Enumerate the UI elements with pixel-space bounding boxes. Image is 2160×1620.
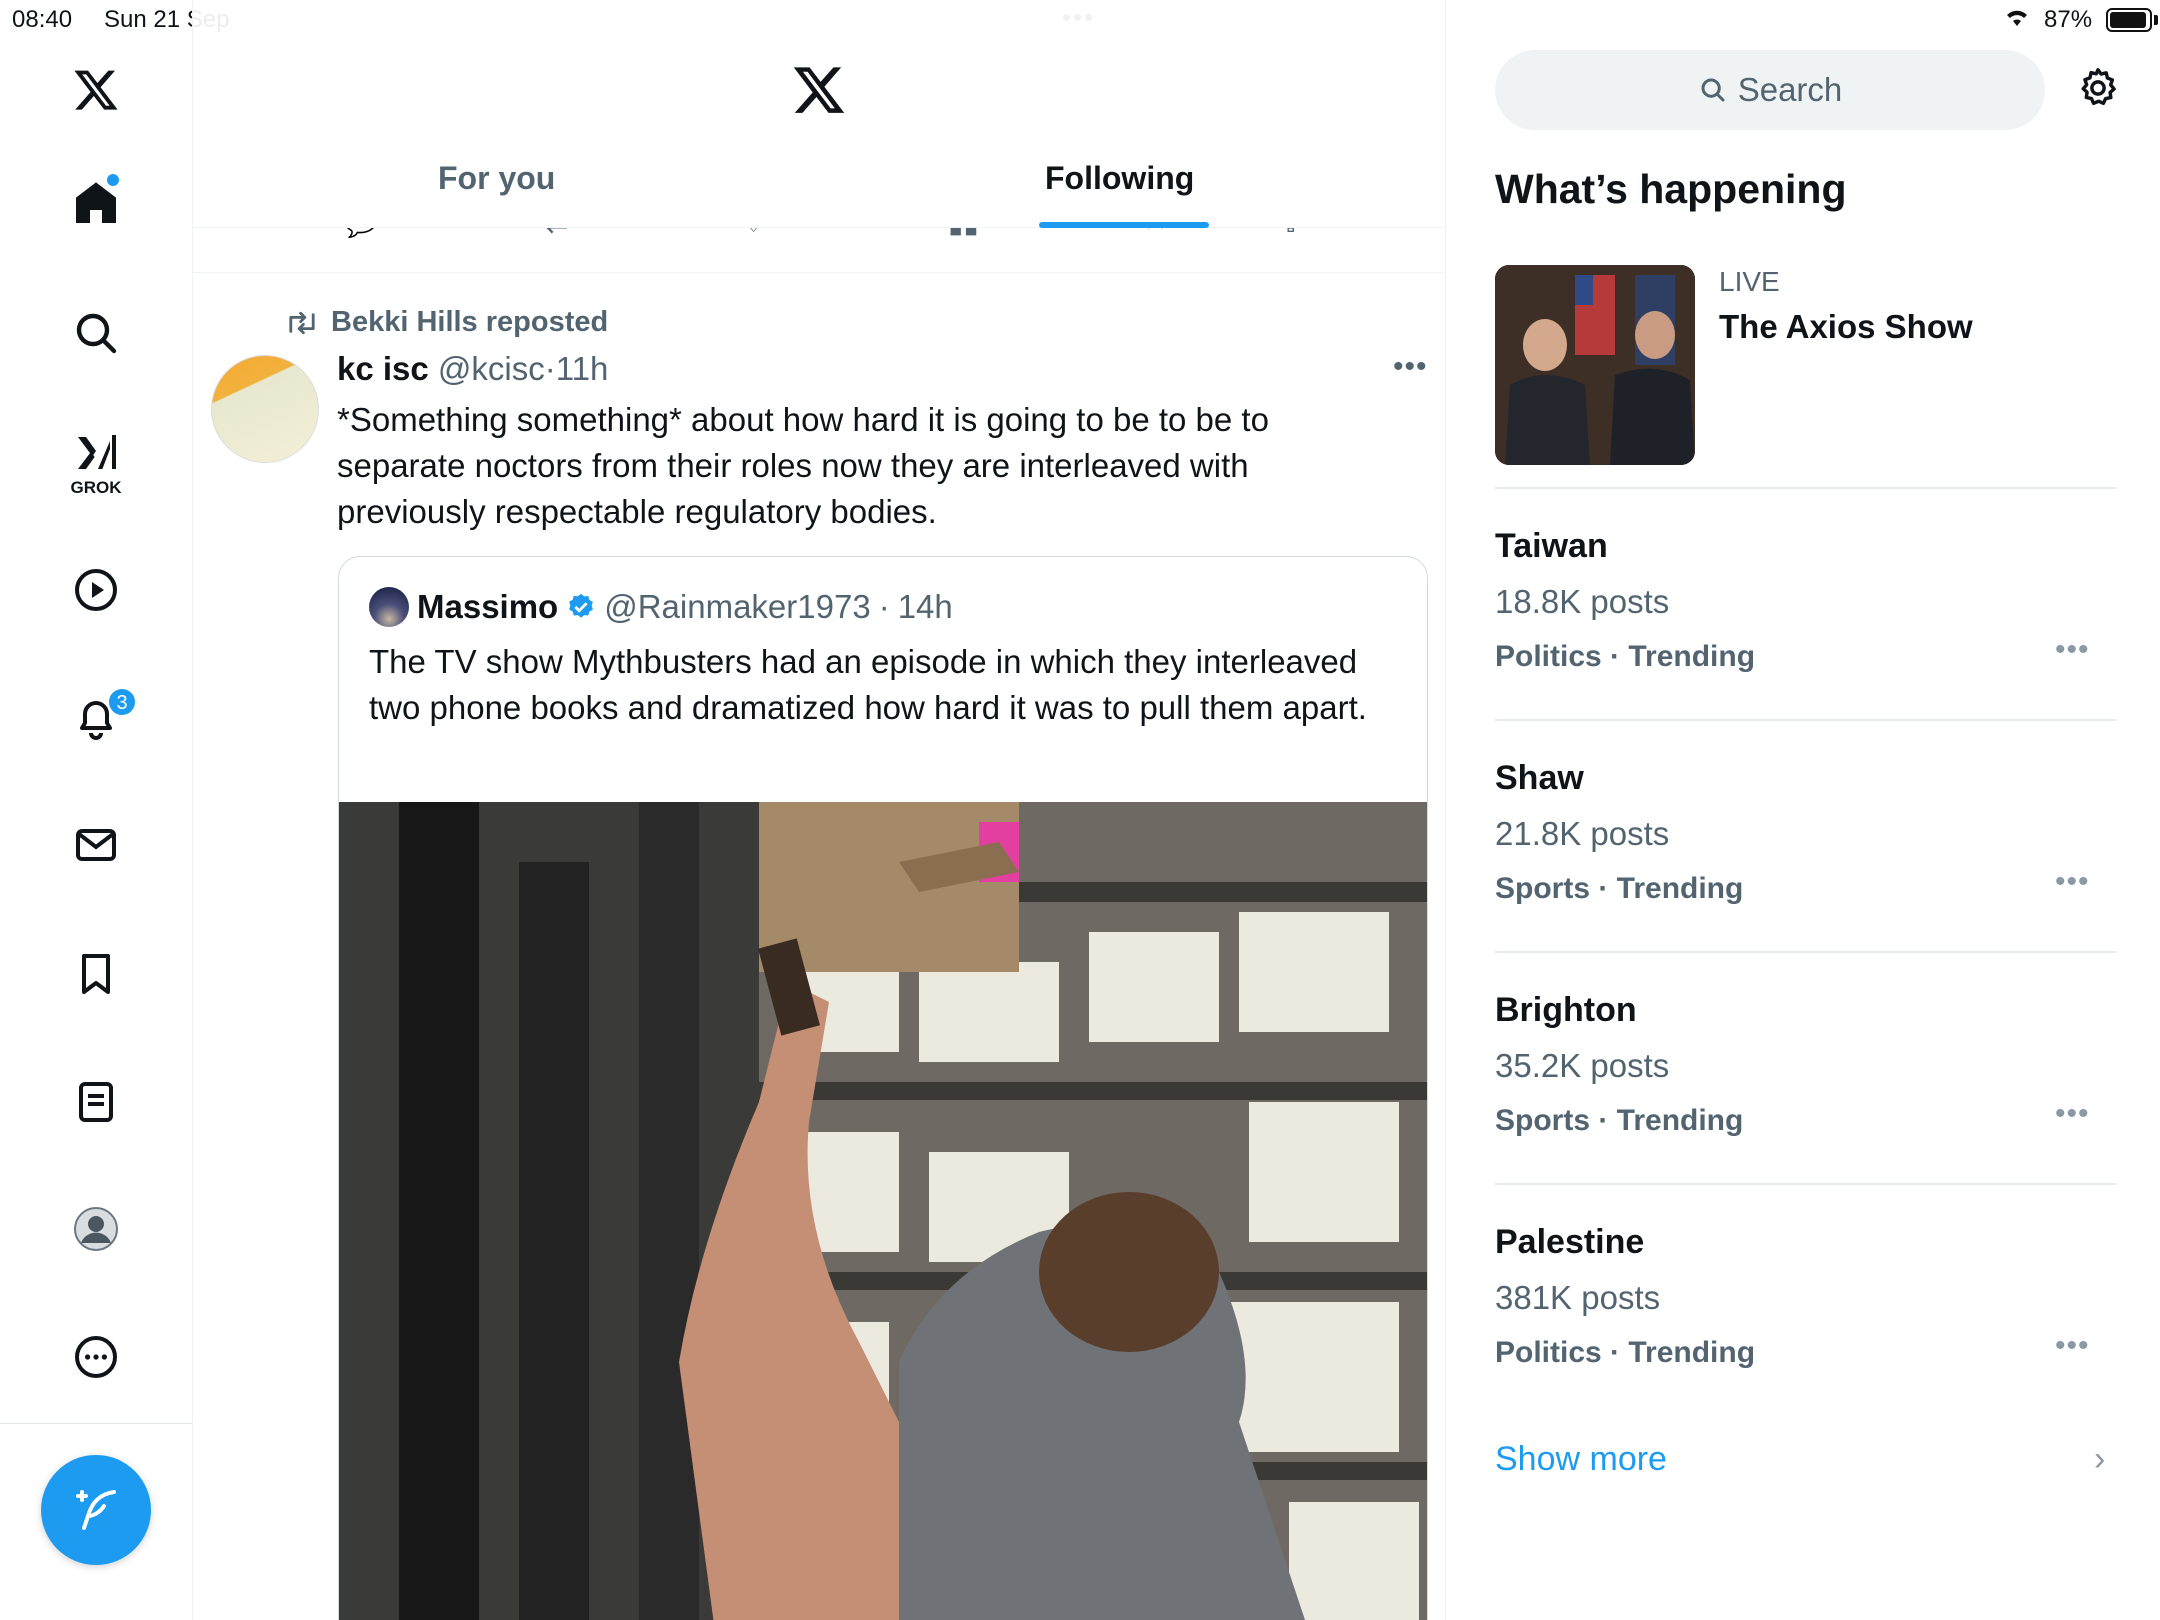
- trend-category: Politics · Trending: [1495, 1336, 1756, 1369]
- trend-category: Sports · Trending: [1495, 1104, 1744, 1137]
- live-label: LIVE: [1719, 266, 1780, 297]
- timeline-header: For you Following: [193, 0, 1445, 228]
- whats-happening-title: What’s happening: [1495, 166, 1847, 212]
- trend-name: Taiwan: [1495, 527, 1608, 565]
- trend-post-count: 21.8K posts: [1495, 815, 1670, 852]
- timeline: For you Following 💬 ⇄ ♡ ▮▮ ⌑ ⇪ Bekki Hil…: [193, 0, 1446, 1620]
- settings-gear-icon[interactable]: [2075, 65, 2121, 116]
- divider: [1495, 951, 2117, 953]
- repost-context: Bekki Hills reposted: [285, 306, 608, 339]
- quoted-meta-separator: ·: [878, 588, 890, 625]
- repost-icon[interactable]: ⇄: [545, 228, 568, 239]
- home-unread-dot: [107, 174, 119, 186]
- trend-item-brighton[interactable]: Brighton 35.2K posts Sports · Trending •…: [1495, 991, 2117, 1211]
- trend-category: Sports · Trending: [1495, 872, 1744, 905]
- messages-envelope-icon[interactable]: [66, 815, 126, 875]
- post-text: *Something something* about how hard it …: [337, 401, 1269, 530]
- bookmark-icon[interactable]: ⌑: [1148, 228, 1162, 239]
- quoted-author-avatar: [369, 587, 409, 627]
- repost-small-icon: [289, 311, 315, 334]
- post-header: kc isc @kcisc·11h: [337, 350, 608, 388]
- share-icon[interactable]: ⇪: [1279, 228, 1302, 239]
- live-show-title[interactable]: The Axios Show: [1719, 308, 1973, 346]
- trend-item-taiwan[interactable]: Taiwan 18.8K posts Politics · Trending •…: [1495, 527, 2117, 747]
- divider: [1495, 1183, 2117, 1185]
- quoted-author-handle: @Rainmaker1973: [604, 588, 871, 625]
- quoted-post-header: Massimo @Rainmaker1973 · 14h: [369, 587, 953, 627]
- search-icon: [1701, 78, 1725, 102]
- previous-post-actions: 💬 ⇄ ♡ ▮▮ ⌑ ⇪: [193, 228, 1445, 273]
- search-placeholder: Search: [1737, 71, 1843, 108]
- trend-more-icon[interactable]: •••: [2055, 633, 2090, 667]
- active-tab-indicator: [1039, 222, 1209, 228]
- quoted-post-time: 14h: [897, 588, 953, 625]
- reply-icon[interactable]: 💬: [343, 228, 378, 239]
- trend-name: Palestine: [1495, 1223, 1645, 1261]
- meta-separator: ·: [544, 350, 556, 387]
- divider: [1495, 487, 2117, 489]
- video-frame-image: [339, 802, 1427, 1620]
- trend-more-icon[interactable]: •••: [2055, 1329, 2090, 1363]
- tab-following[interactable]: Following: [1045, 160, 1194, 197]
- like-icon[interactable]: ♡: [741, 228, 766, 239]
- x-header-logo-icon: [791, 62, 847, 123]
- trend-post-count: 381K posts: [1495, 1279, 1661, 1316]
- trend-more-icon[interactable]: •••: [2055, 865, 2090, 899]
- trend-name: Brighton: [1495, 991, 1637, 1029]
- bookmarks-icon[interactable]: [66, 944, 126, 1004]
- lists-icon[interactable]: [66, 1072, 126, 1132]
- author-avatar[interactable]: [211, 355, 319, 463]
- quoted-post[interactable]: Massimo @Rainmaker1973 · 14h The TV show M…: [338, 556, 1428, 1620]
- grok-icon[interactable]: [66, 423, 126, 483]
- trend-item-palestine[interactable]: Palestine 381K posts Politics · Trending…: [1495, 1223, 2117, 1443]
- live-show-thumbnail[interactable]: [1495, 265, 1695, 465]
- trend-name: Shaw: [1495, 759, 1584, 797]
- trend-category: Politics · Trending: [1495, 640, 1756, 673]
- grok-label: GROK: [70, 478, 122, 497]
- author-handle[interactable]: @kcisc: [438, 350, 545, 387]
- trend-post-count: 35.2K posts: [1495, 1047, 1670, 1084]
- trend-item-shaw[interactable]: Shaw 21.8K posts Sports · Trending •••: [1495, 759, 2117, 979]
- notification-count-badge: 3: [107, 687, 137, 717]
- chevron-right-icon[interactable]: ›: [2094, 1440, 2105, 1479]
- quoted-author-name: Massimo: [417, 588, 559, 625]
- profile-avatar-icon[interactable]: [66, 1199, 126, 1259]
- quoted-post-text: The TV show Mythbusters had an episode i…: [369, 643, 1367, 726]
- divider: [1495, 719, 2117, 721]
- compose-post-button[interactable]: [41, 1455, 151, 1565]
- quoted-post-video[interactable]: [339, 802, 1427, 1620]
- search-input[interactable]: Search: [1495, 50, 2045, 130]
- trend-post-count: 18.8K posts: [1495, 583, 1670, 620]
- compose-feather-icon: [76, 1490, 116, 1530]
- x-logo-icon[interactable]: [66, 60, 126, 120]
- left-navigation: GROK 3: [0, 0, 193, 1620]
- explore-search-icon[interactable]: [66, 303, 126, 363]
- show-more-link[interactable]: Show more: [1495, 1440, 1667, 1479]
- live-show-image: [1495, 265, 1695, 465]
- more-options-icon[interactable]: [66, 1327, 126, 1387]
- views-icon[interactable]: ▮▮: [948, 228, 979, 239]
- video-play-icon[interactable]: [66, 560, 126, 620]
- nav-divider: [0, 1423, 193, 1424]
- tab-for-you[interactable]: For you: [438, 160, 555, 197]
- post-time[interactable]: 11h: [556, 350, 609, 387]
- author-name[interactable]: kc isc: [337, 350, 429, 387]
- trend-more-icon[interactable]: •••: [2055, 1097, 2090, 1131]
- post-more-icon[interactable]: •••: [1393, 350, 1428, 384]
- right-sidebar: Search What’s happening LIVE The Axios S…: [1446, 0, 2160, 1620]
- verified-badge-icon: [569, 593, 594, 618]
- repost-label: Bekki Hills reposted: [331, 306, 609, 338]
